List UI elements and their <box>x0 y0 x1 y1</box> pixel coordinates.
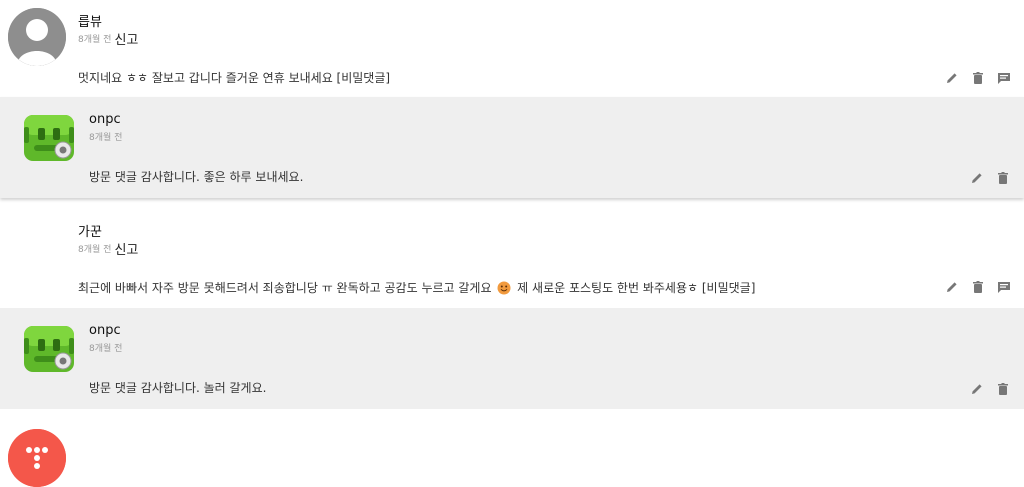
delete-button[interactable] <box>995 170 1011 186</box>
comment-item: 릅뷰 8개월 전 신고 멋지네요 ㅎㅎ 잘보고 갑니다 즐거운 연휴 보내세요 … <box>0 0 1024 97</box>
reply-time: 8개월 전 <box>89 344 123 354</box>
reply-item: onpc 8개월 전 방문 댓글 감사합니다. 좋은 하루 보내세요. <box>0 97 1024 198</box>
avatar[interactable] <box>22 322 76 376</box>
reply-text: 방문 댓글 감사합니다. 놀러 갈게요. <box>89 381 267 395</box>
pencil-icon <box>972 384 982 394</box>
pencil-icon <box>947 282 957 292</box>
smile-emoji-icon <box>497 281 511 295</box>
avatar[interactable] <box>8 429 66 487</box>
comment-time: 8개월 전 <box>78 245 112 255</box>
reply-button[interactable] <box>996 70 1012 86</box>
reply-author[interactable]: onpc <box>89 323 121 338</box>
comment-text: 최근에 바빠서 자주 방문 못해드려서 죄송합니당 ㅠ 완독하고 공감도 누르고… <box>78 279 755 296</box>
kakao-t-icon <box>8 429 66 487</box>
edit-button[interactable] <box>969 381 985 397</box>
comment-body-continued: 제 새로운 포스팅도 한번 봐주세용ㅎ <box>517 281 702 295</box>
reply-author[interactable]: onpc <box>89 112 121 127</box>
delete-button[interactable] <box>970 70 986 86</box>
pencil-icon <box>972 173 982 183</box>
secret-label: [비밀댓글] <box>336 71 391 85</box>
comment-icon <box>998 282 1010 293</box>
comment-text: 멋지네요 ㅎㅎ 잘보고 갑니다 즐거운 연휴 보내세요 [비밀댓글] <box>78 69 390 86</box>
onpc-logo-icon <box>24 115 74 161</box>
avatar[interactable] <box>8 8 66 66</box>
reply-item: onpc 8개월 전 방문 댓글 감사합니다. 놀러 갈게요. <box>0 308 1024 409</box>
edit-button[interactable] <box>969 170 985 186</box>
pencil-icon <box>947 73 957 83</box>
comment-item: 가꾼 8개월 전 신고 최근에 바빠서 자주 방문 못해드려서 죄송합니당 ㅠ … <box>0 209 1024 487</box>
reply-button[interactable] <box>996 279 1012 295</box>
edit-button[interactable] <box>944 70 960 86</box>
trash-icon <box>998 383 1008 395</box>
report-link[interactable]: 신고 <box>114 239 138 258</box>
trash-icon <box>998 172 1008 184</box>
trash-icon <box>973 281 983 293</box>
reply-text: 방문 댓글 감사합니다. 좋은 하루 보내세요. <box>89 170 304 184</box>
comment-icon <box>998 73 1010 84</box>
comment-author[interactable]: 가꾼 <box>78 221 102 240</box>
report-link[interactable]: 신고 <box>114 29 138 48</box>
avatar[interactable] <box>22 111 76 165</box>
onpc-logo-icon <box>24 326 74 372</box>
comment-author[interactable]: 릅뷰 <box>78 11 102 30</box>
trash-icon <box>973 72 983 84</box>
comment-body: 최근에 바빠서 자주 방문 못해드려서 죄송합니당 ㅠ 완독하고 공감도 누르고… <box>78 281 492 295</box>
comment-time: 8개월 전 <box>78 35 112 45</box>
comment-body: 멋지네요 ㅎㅎ 잘보고 갑니다 즐거운 연휴 보내세요 <box>78 71 337 85</box>
delete-button[interactable] <box>970 279 986 295</box>
reply-time: 8개월 전 <box>89 133 123 143</box>
delete-button[interactable] <box>995 381 1011 397</box>
edit-button[interactable] <box>944 279 960 295</box>
default-user-icon <box>8 8 66 66</box>
secret-label: [비밀댓글] <box>701 281 756 295</box>
